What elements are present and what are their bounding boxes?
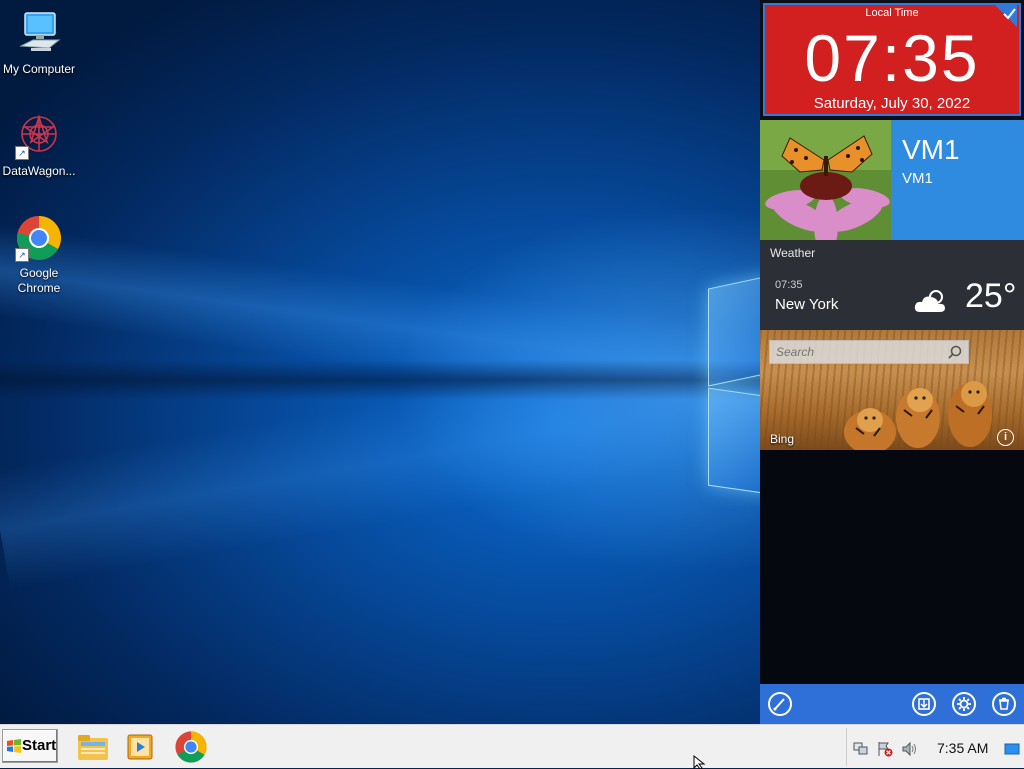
taskbar: Start 7:35 AM bbox=[0, 724, 1024, 769]
bing-search-box[interactable] bbox=[769, 340, 969, 364]
clock-time: 07:35 bbox=[804, 21, 980, 95]
desktop-wallpaper: My Computer ↗ DataWagon... ↗ Google Chro… bbox=[0, 0, 760, 724]
shortcut-arrow-icon: ↗ bbox=[15, 146, 29, 160]
datawagon-icon: ↗ bbox=[15, 112, 63, 160]
computer-icon bbox=[15, 10, 63, 58]
start-button[interactable]: Start bbox=[2, 729, 58, 763]
clock-label: Local Time bbox=[865, 7, 919, 19]
start-label: Start bbox=[22, 737, 57, 754]
file-explorer-icon[interactable] bbox=[76, 730, 110, 764]
bing-label: Bing bbox=[770, 432, 795, 446]
weather-tile[interactable]: Weather 07:35 New York 25° bbox=[760, 240, 1024, 330]
wallpaper-window-logo-pane bbox=[708, 387, 760, 495]
volume-icon[interactable] bbox=[901, 741, 917, 757]
media-player-icon[interactable] bbox=[124, 730, 158, 764]
user-subtitle: VM1 bbox=[902, 170, 933, 187]
weather-time: 07:35 bbox=[775, 279, 803, 291]
desktop-icon-my-computer[interactable]: My Computer bbox=[0, 10, 78, 77]
panel-empty-area bbox=[760, 450, 1024, 684]
security-alert-icon[interactable] bbox=[877, 741, 893, 757]
gear-icon[interactable] bbox=[952, 692, 976, 716]
clock-date: Saturday, July 30, 2022 bbox=[813, 95, 971, 112]
chrome-icon[interactable] bbox=[174, 730, 208, 764]
user-tile[interactable]: VM1 VM1 bbox=[760, 120, 1024, 240]
windows-flag-icon bbox=[7, 739, 21, 753]
user-name: VM1 bbox=[902, 134, 960, 165]
side-panel: Local Time 07:35 Saturday, July 30, 2022 bbox=[760, 0, 1024, 724]
mouse-cursor-icon bbox=[693, 755, 706, 769]
search-icon[interactable] bbox=[948, 345, 962, 359]
desktop-icon-label: Google Chrome bbox=[17, 266, 61, 295]
user-photo-butterfly bbox=[760, 120, 891, 240]
info-icon[interactable]: i bbox=[997, 429, 1014, 446]
desktop-icon-datawagon[interactable]: ↗ DataWagon... bbox=[0, 112, 78, 179]
checkmark-icon[interactable] bbox=[995, 5, 1017, 27]
bing-search-input[interactable] bbox=[770, 341, 946, 363]
desktop-icon-google-chrome[interactable]: ↗ Google Chrome bbox=[0, 214, 78, 296]
weather-city: New York bbox=[775, 296, 839, 313]
panel-toolbar bbox=[760, 684, 1024, 724]
taskbar-clock[interactable]: 7:35 AM bbox=[937, 740, 988, 756]
shortcut-arrow-icon: ↗ bbox=[15, 248, 29, 262]
cloud-sun-icon bbox=[914, 290, 945, 312]
show-desktop-icon[interactable] bbox=[1004, 741, 1020, 757]
save-icon[interactable] bbox=[912, 692, 936, 716]
system-tray: 7:35 AM bbox=[846, 728, 1023, 766]
bing-tile[interactable]: Bing i bbox=[760, 330, 1024, 450]
clock-tile[interactable]: Local Time 07:35 Saturday, July 30, 2022 bbox=[763, 3, 1021, 116]
weather-title: Weather bbox=[770, 246, 816, 260]
weather-temperature: 25° bbox=[965, 277, 1017, 315]
desktop-icon-label: My Computer bbox=[2, 62, 76, 76]
chrome-icon: ↗ bbox=[15, 214, 63, 262]
desktop-icon-label: DataWagon... bbox=[2, 164, 76, 178]
network-icon[interactable] bbox=[853, 741, 869, 757]
trash-icon[interactable] bbox=[992, 692, 1016, 716]
wallpaper-window-logo-pane bbox=[708, 275, 760, 387]
brush-icon[interactable] bbox=[768, 692, 792, 716]
